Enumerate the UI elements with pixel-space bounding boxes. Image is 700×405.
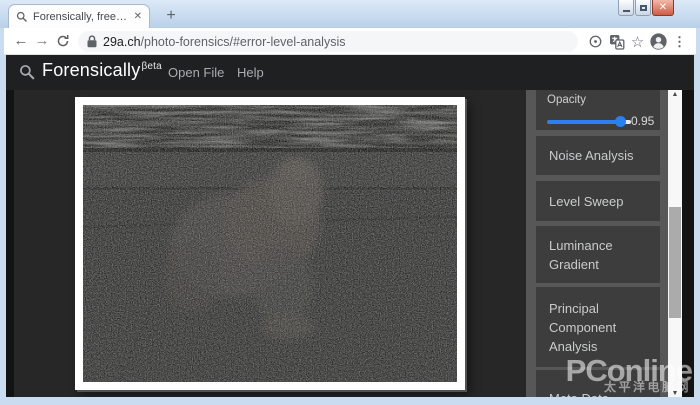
menu-open-file[interactable]: Open File (168, 65, 224, 80)
tool-button-level-sweep[interactable]: Level Sweep (536, 181, 660, 221)
back-button[interactable]: ← (12, 28, 30, 54)
maximize-button[interactable] (635, 0, 651, 16)
tool-button-luminance-gradient[interactable]: Luminance Gradient (536, 226, 660, 283)
minimize-button[interactable] (618, 0, 634, 16)
app-header: Forensicallyβeta Open File Help (6, 55, 694, 90)
padlock-icon[interactable] (87, 35, 97, 48)
app-logo-magnifier-icon (19, 64, 36, 86)
menu-help[interactable]: Help (237, 65, 264, 80)
tool-button-meta-data[interactable]: Meta Data (536, 370, 660, 397)
browser-window: Forensically, free online photo ✕ + ✕ ← … (0, 0, 700, 405)
ela-photo-frame[interactable] (75, 97, 465, 390)
tool-button-noise-analysis[interactable]: Noise Analysis (536, 136, 660, 175)
tab-close-icon[interactable]: ✕ (134, 12, 142, 22)
scrollbar-down-icon[interactable]: ▼ (668, 390, 682, 397)
app-title: Forensicallyβeta (42, 60, 162, 81)
address-bar[interactable]: 29a.ch/photo-forensics/#error-level-anal… (78, 31, 578, 52)
opacity-slider-thumb[interactable] (615, 116, 626, 127)
translate-icon[interactable] (606, 32, 627, 51)
ela-result-image (83, 105, 457, 382)
ela-settings-panel: Opacity 0.95 (536, 90, 660, 130)
analysis-canvas[interactable] (14, 90, 526, 397)
maximize-icon (640, 5, 647, 11)
tool-button-principal-component-analysis[interactable]: Principal Component Analysis (536, 287, 660, 367)
tab-title: Forensically, free online photo (33, 11, 129, 23)
browser-tab[interactable]: Forensically, free online photo ✕ (8, 4, 150, 29)
sidebar-scrollbar[interactable]: ▲ ▼ (668, 90, 682, 397)
forward-button[interactable]: → (33, 28, 51, 54)
toolbar-action-icons: ☆ ⋮ (585, 32, 690, 51)
opacity-slider[interactable] (547, 116, 631, 127)
profile-avatar[interactable] (648, 32, 669, 51)
app-beta-label: βeta (141, 61, 161, 72)
titlebar: Forensically, free online photo ✕ + ✕ (0, 0, 700, 28)
browser-menu-icon[interactable]: ⋮ (669, 32, 690, 51)
url-text[interactable]: 29a.ch/photo-forensics/#error-level-anal… (103, 35, 345, 49)
scrollbar-thumb[interactable] (669, 207, 681, 318)
bookmark-star-icon[interactable]: ☆ (627, 32, 648, 51)
opacity-slider-track (547, 120, 623, 124)
opacity-value: 0.95 (631, 112, 654, 131)
window-controls: ✕ (617, 0, 674, 16)
url-domain: 29a.ch (103, 35, 141, 49)
minimize-icon (623, 10, 630, 12)
scrollbar-up-icon[interactable]: ▲ (668, 91, 682, 98)
opacity-label: Opacity (547, 94, 652, 107)
close-button[interactable]: ✕ (652, 0, 674, 16)
app-title-text: Forensically (42, 60, 140, 80)
browser-toolbar: ← → 29a.ch/photo-forensics/#error-level-… (4, 28, 696, 55)
url-path: /photo-forensics/#error-level-analysis (141, 35, 346, 49)
tools-sidebar: Opacity 0.95 Noise Analysis Level Sweep … (526, 90, 668, 397)
new-tab-button[interactable]: + (160, 6, 182, 26)
tab-favicon-magnifier-icon (16, 11, 28, 23)
forensically-page: Forensicallyβeta Open File Help (6, 55, 694, 397)
zoom-indicator-icon[interactable] (585, 32, 606, 51)
workspace: Opacity 0.95 Noise Analysis Level Sweep … (6, 90, 694, 397)
reload-button[interactable] (56, 34, 70, 53)
